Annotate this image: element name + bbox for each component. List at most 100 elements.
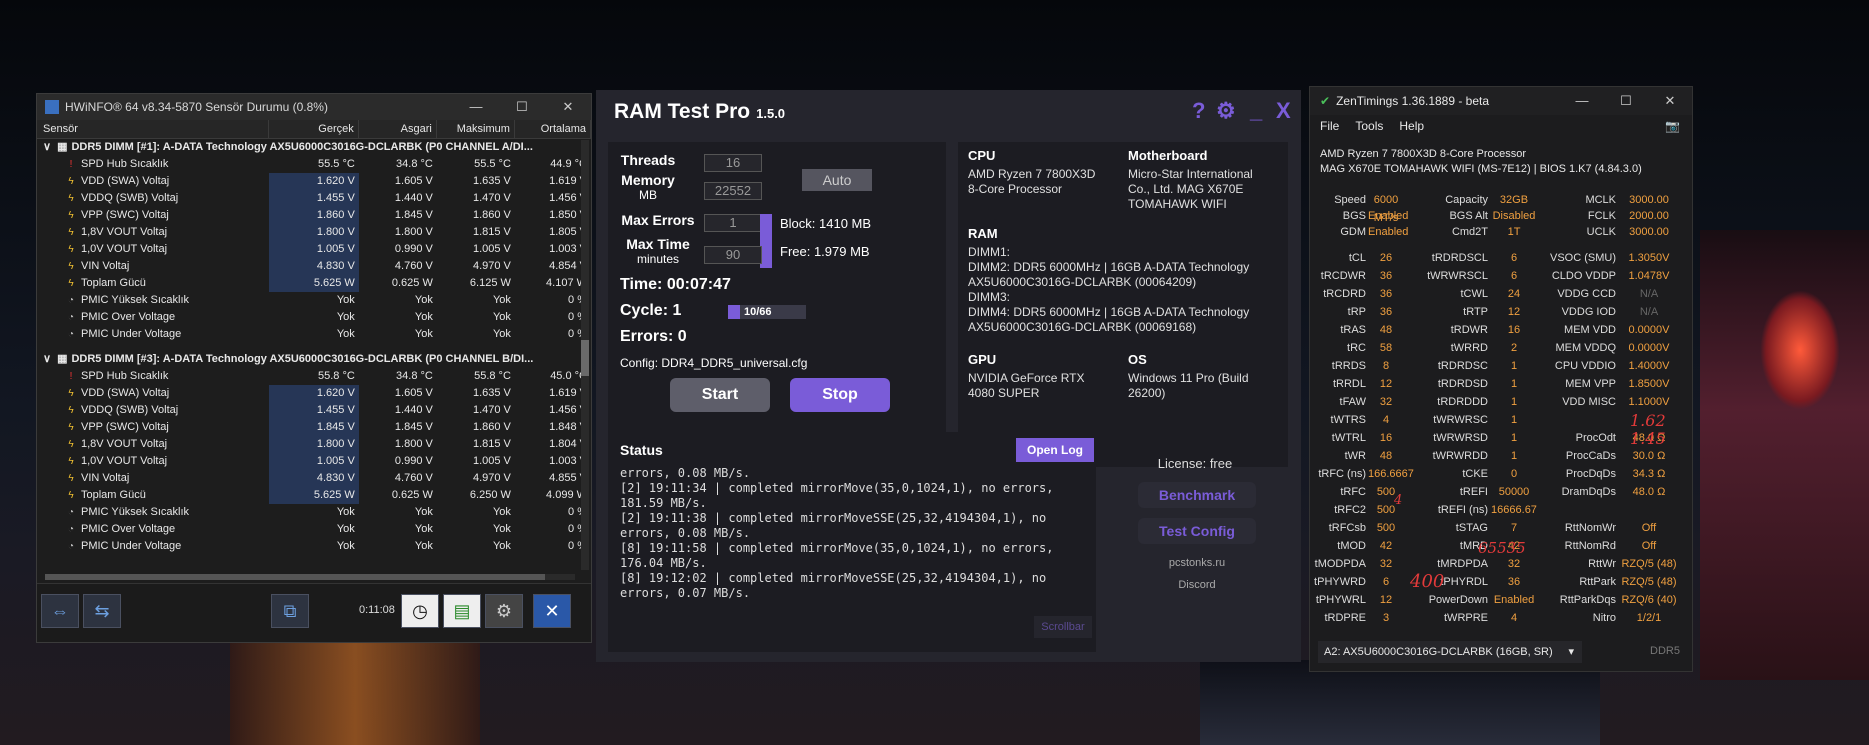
max-time-input[interactable]: 90 [704,246,762,264]
sensor-row[interactable]: ϟ VPP (SWC) Voltaj 1.845 V 1.845 V 1.860 V 1.… [37,419,591,436]
sensor-row[interactable]: ◔ PMIC Over Voltage Yok Yok Yok 0 % [37,309,591,326]
lightning-icon: ϟ [68,176,74,187]
arrows-left-right-icon[interactable]: ⇔ [41,594,79,628]
clock-icon[interactable]: ◷ [401,594,439,628]
close-icon[interactable]: X [1276,98,1291,124]
hwinfo-hscrollbar[interactable] [45,574,575,580]
timing-row: tRP 36 tRTP 12 VDDG IOD N/A [1310,303,1692,321]
sensor-row[interactable]: ◔ PMIC Under Voltage Yok Yok Yok 0 % [37,326,591,343]
sensor-value: 1.800 V [269,224,359,241]
auto-button[interactable]: Auto [802,169,872,191]
sensor-list[interactable]: ∨ ▦ DDR5 DIMM [#1]: A-DATA Technology AX5U… [37,139,591,555]
max-errors-input[interactable]: 1 [704,214,762,232]
sensor-row[interactable]: ϟ Toplam Gücü 5.625 W 0.625 W 6.250 W 4.099 W [37,487,591,504]
gpu-heading: GPU [968,352,997,367]
timing-value: 36 [1507,576,1521,588]
gear-icon[interactable]: ⚙ [485,594,523,628]
timing-value: 36 [1379,270,1393,282]
threads-input[interactable]: 16 [704,154,762,172]
timing-label: tWTRL [1331,432,1366,444]
sensor-value: 44.9 °C [550,158,587,170]
dimm-select-value: A2: AX5U6000C3016G-DCLARBK (16GB, SR) [1324,646,1553,658]
sensor-row[interactable]: ! SPD Hub Sıcaklık 55.5 °C 34.8 °C 55.5 °C 44… [37,156,591,173]
sensor-value: 1.860 V [472,421,511,433]
menu-file[interactable]: File [1320,119,1339,133]
timing-value: 7 [1510,522,1518,534]
minimize-icon[interactable]: — [453,99,499,115]
gear-icon[interactable]: ⚙ [1216,98,1236,124]
discord-link[interactable]: Discord [1138,578,1256,593]
maximize-icon[interactable]: ☐ [499,99,545,115]
sensor-group[interactable]: ∨ ▦ DDR5 DIMM [#3]: A-DATA Technology AX5U… [37,351,591,368]
sensor-value: Yok [414,294,433,306]
memory-input[interactable]: 22552 [704,182,762,200]
timing-value: Enabled [1493,594,1535,606]
sensor-row[interactable]: ◔ PMIC Yüksek Sıcaklık Yok Yok Yok 0 % [37,292,591,309]
report-icon[interactable]: ▤ [443,594,481,628]
sensor-group[interactable]: ∨ ▦ DDR5 DIMM [#1]: A-DATA Technology AX5U… [37,139,591,156]
sensor-value: 1.635 V [472,387,511,399]
menu-help[interactable]: Help [1399,119,1424,133]
test-config-button[interactable]: Test Config [1138,518,1256,544]
ram-info: RAM DIMM1: DIMM2: DDR5 6000MHz | 16GB A-D… [968,226,1284,335]
sensor-row[interactable]: ◔ PMIC Under Voltage Yok Yok Yok 0 % [37,538,591,555]
timing-row: tMODPDA 32 tMRDPDA 32 RttWr RZQ/5 (48) [1310,555,1692,573]
hwinfo-titlebar[interactable]: HWiNFO® 64 v8.34-5870 Sensör Durumu (0.8… [37,94,591,120]
close-icon[interactable]: ✕ [1648,93,1692,109]
col-min[interactable]: Asgari [359,120,437,138]
dimm-select[interactable]: A2: AX5U6000C3016G-DCLARBK (16GB, SR) ▾ [1318,641,1582,663]
help-icon[interactable]: ? [1192,98,1205,124]
sensor-value: 1.804 V [549,438,587,450]
hwinfo-scrollbar[interactable] [581,140,589,570]
col-sensor[interactable]: Sensör [37,120,270,138]
sensor-row[interactable]: ϟ 1,0V VOUT Voltaj 1.005 V 0.990 V 1.005 V 1.… [37,241,591,258]
scrollbar-button[interactable]: Scrollbar [1034,616,1092,638]
start-button[interactable]: Start [670,378,770,412]
menu-tools[interactable]: Tools [1355,119,1383,133]
chevron-down-icon[interactable]: ∨ [43,141,51,153]
sensor-row[interactable]: ϟ VDDQ (SWB) Voltaj 1.455 V 1.440 V 1.470 V 1… [37,402,591,419]
sensor-row[interactable]: ϟ 1,8V VOUT Voltaj 1.800 V 1.800 V 1.815 V 1.… [37,224,591,241]
sensor-row[interactable]: ◔ PMIC Yüksek Sıcaklık Yok Yok Yok 0 % [37,504,591,521]
open-log-button[interactable]: Open Log [1016,438,1094,462]
sensor-row[interactable]: ϟ VIN Voltaj 4.830 V 4.760 V 4.970 V 4.855 V [37,470,591,487]
maximize-icon[interactable]: ☐ [1604,93,1648,109]
network-icon[interactable]: ⧉ [271,594,309,628]
sensor-row[interactable]: ϟ VPP (SWC) Voltaj 1.860 V 1.845 V 1.860 V 1.… [37,207,591,224]
collapse-arrows-icon[interactable]: ⇆ [83,594,121,628]
sensor-row[interactable]: ϟ Toplam Gücü 5.625 W 0.625 W 6.125 W 4.107 W [37,275,591,292]
sensor-value: 4.854 V [549,260,587,272]
sensor-row[interactable]: ! SPD Hub Sıcaklık 55.8 °C 34.8 °C 55.8 °C 45… [37,368,591,385]
sensor-row[interactable]: ϟ 1,8V VOUT Voltaj 1.800 V 1.800 V 1.815 V 1.… [37,436,591,453]
sensor-row[interactable]: ◔ PMIC Over Voltage Yok Yok Yok 0 % [37,521,591,538]
zentimings-titlebar[interactable]: ✔ ZenTimings 1.36.1889 - beta — ☐ ✕ [1310,87,1692,115]
sensor-row[interactable]: ϟ VDDQ (SWB) Voltaj 1.455 V 1.440 V 1.470 V 1… [37,190,591,207]
chevron-down-icon[interactable]: ∨ [43,353,51,365]
benchmark-button[interactable]: Benchmark [1138,482,1256,508]
sensor-row[interactable]: ϟ 1,0V VOUT Voltaj 1.005 V 0.990 V 1.005 V 1.… [37,453,591,470]
sensor-row[interactable]: ϟ VDD (SWA) Voltaj 1.620 V 1.605 V 1.635 V 1.… [37,385,591,402]
cycle-count: Cycle: 1 [620,302,682,319]
sensor-row[interactable]: ϟ VIN Voltaj 4.830 V 4.760 V 4.970 V 4.854 V [37,258,591,275]
col-avg[interactable]: Ortalama [515,120,591,138]
board-name: MAG X670E TOMAHAWK WIFI (MS-7E12) | BIOS… [1320,163,1642,175]
site-link[interactable]: pcstonks.ru [1138,556,1256,571]
close-icon[interactable]: ✕ [545,99,591,115]
lightning-icon: ϟ [68,439,74,450]
camera-icon[interactable]: 📷 [1665,119,1680,133]
clock-icon: ◔ [67,524,75,535]
timing-value: 0.0000V [1628,324,1670,336]
timing-value: 1.0478V [1628,270,1670,282]
timing-value: 58 [1379,342,1393,354]
close-icon[interactable]: ✕ [533,594,571,628]
col-max[interactable]: Maksimum [437,120,515,138]
sensor-value: 1.815 V [472,438,511,450]
minimize-icon[interactable]: _ [1250,98,1262,124]
stop-button[interactable]: Stop [790,378,890,412]
sensor-name: PMIC Yüksek Sıcaklık [81,294,189,306]
minimize-icon[interactable]: — [1560,93,1604,109]
col-current[interactable]: Gerçek [269,120,359,138]
timing-row: tRFCsb 500 tSTAG 7 RttNomWr Off [1310,519,1692,537]
sensor-value: 1.005 V [269,241,359,258]
sensor-row[interactable]: ϟ VDD (SWA) Voltaj 1.620 V 1.605 V 1.635 V 1.… [37,173,591,190]
